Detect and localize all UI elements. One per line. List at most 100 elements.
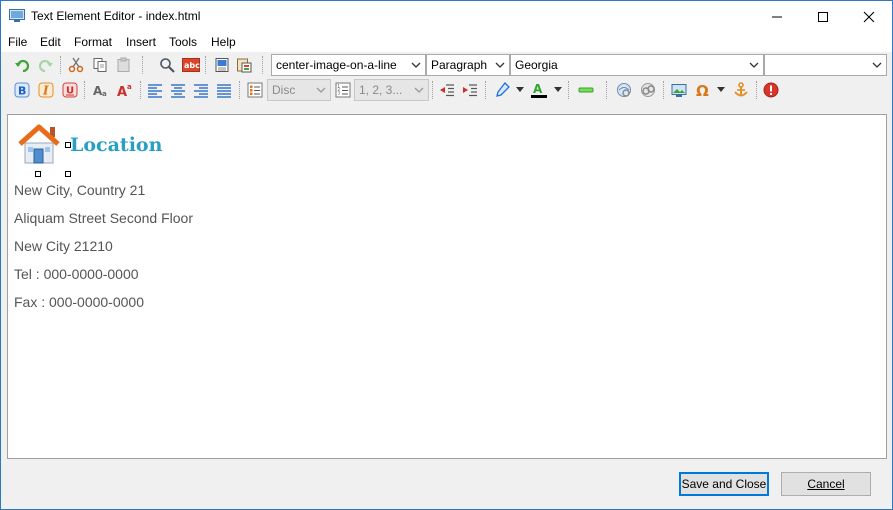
horizontal-rule-button[interactable] (576, 80, 596, 100)
paste-special-button[interactable] (234, 55, 254, 75)
bold-button[interactable]: B (12, 80, 32, 100)
link-button[interactable] (614, 80, 634, 100)
chevron-down-icon[interactable] (554, 87, 562, 93)
font-size-decrease-icon: Aa (93, 84, 107, 98)
copy-icon (93, 58, 107, 72)
svg-text:B: B (18, 85, 26, 98)
justify-button[interactable] (214, 80, 234, 100)
font-size-select[interactable] (764, 54, 887, 76)
style-select[interactable]: center-image-on-a-line (271, 54, 426, 76)
align-right-button[interactable] (191, 80, 211, 100)
close-icon (863, 11, 875, 23)
svg-text:a: a (102, 90, 107, 98)
svg-text:I: I (42, 84, 49, 98)
address-line: New City 21210 (14, 238, 113, 254)
highlight-button[interactable] (493, 80, 513, 100)
anchor-icon (734, 82, 748, 97)
block-format-value: Paragraph (431, 58, 488, 72)
menu-tools[interactable]: Tools (169, 35, 197, 49)
font-color-button[interactable]: A (529, 80, 549, 100)
select-all-button[interactable] (212, 55, 232, 75)
font-family-select[interactable]: Georgia (510, 54, 764, 76)
menu-format[interactable]: Format (74, 35, 112, 49)
menu-insert[interactable]: Insert (126, 35, 156, 49)
undo-button[interactable] (12, 55, 32, 75)
close-button[interactable] (846, 1, 892, 32)
minimize-button[interactable] (754, 1, 800, 32)
chevron-down-icon (872, 62, 882, 68)
cancel-button[interactable]: Cancel (781, 472, 871, 496)
chevron-down-icon (749, 62, 759, 68)
menu-edit[interactable]: Edit (40, 35, 61, 49)
align-center-icon (171, 84, 185, 98)
chevron-down-icon (411, 62, 421, 68)
font-size-increase-button[interactable]: Aa (114, 80, 134, 100)
bullet-list-icon (247, 82, 263, 98)
save-and-close-label: Save and Close (681, 477, 767, 491)
font-size-decrease-button[interactable]: Aa (90, 80, 110, 100)
indent-icon (463, 84, 477, 97)
chevron-down-icon (495, 62, 505, 68)
italic-button[interactable]: I (36, 80, 56, 100)
separator (84, 81, 85, 99)
minimize-icon (772, 16, 782, 18)
bold-icon: B (14, 82, 30, 98)
separator (756, 81, 757, 99)
paste-button[interactable] (114, 55, 134, 75)
redo-button[interactable] (36, 55, 56, 75)
resize-handle-bottom-right[interactable] (65, 171, 71, 177)
help-icon (763, 82, 779, 98)
separator (60, 56, 61, 74)
separator (262, 56, 263, 74)
highlight-icon (496, 82, 510, 97)
spellcheck-icon: abc (182, 58, 200, 72)
outdent-button[interactable] (437, 80, 457, 100)
anchor-button[interactable] (731, 80, 751, 100)
unlink-button[interactable] (638, 80, 658, 100)
align-left-button[interactable] (145, 80, 165, 100)
resize-handle-bottom[interactable] (35, 171, 41, 177)
number-style-select[interactable]: 1, 2, 3... (354, 79, 429, 101)
copy-button[interactable] (90, 55, 110, 75)
special-char-button[interactable]: Ω (693, 80, 713, 100)
chevron-down-icon[interactable] (717, 87, 725, 93)
fax-line: Fax : 000-0000-0000 (14, 294, 144, 310)
find-button[interactable] (157, 55, 177, 75)
number-style-value: 1, 2, 3... (359, 83, 403, 97)
align-center-button[interactable] (168, 80, 188, 100)
menu-help[interactable]: Help (211, 35, 236, 49)
spellcheck-button[interactable]: abc (181, 55, 201, 75)
maximize-icon (818, 12, 828, 22)
location-heading: Location (70, 134, 163, 156)
house-image[interactable] (16, 123, 62, 165)
chevron-down-icon[interactable] (516, 87, 524, 93)
indent-button[interactable] (460, 80, 480, 100)
editor-content-area[interactable]: Location New City, Country 21 Aliquam St… (7, 114, 887, 459)
phone-line: Tel : 000-0000-0000 (14, 266, 139, 282)
separator (432, 81, 433, 99)
separator (485, 81, 486, 99)
maximize-button[interactable] (800, 1, 846, 32)
svg-text:a: a (127, 83, 132, 91)
separator (663, 81, 664, 99)
find-icon (160, 58, 175, 73)
numbered-list-button[interactable]: 123 (333, 80, 353, 100)
save-and-close-button[interactable]: Save and Close (679, 472, 769, 496)
address-line: Aliquam Street Second Floor (14, 210, 193, 226)
help-button[interactable] (761, 80, 781, 100)
bullet-list-button[interactable] (245, 80, 265, 100)
cut-icon (68, 57, 84, 73)
unlink-icon (641, 83, 655, 97)
bullet-style-select[interactable]: Disc (267, 79, 331, 101)
cut-button[interactable] (66, 55, 86, 75)
font-family-value: Georgia (515, 58, 558, 72)
separator (239, 81, 240, 99)
underline-button[interactable]: U (60, 80, 80, 100)
toolbar-row-2: B I U Aa Aa Disc 1 2 3 1, 2, 3... A Ω (2, 78, 891, 103)
image-button[interactable] (669, 80, 689, 100)
paste-special-icon (237, 58, 252, 73)
italic-icon: I (38, 82, 54, 98)
undo-icon (15, 59, 30, 73)
menu-file[interactable]: File (8, 35, 27, 49)
block-format-select[interactable]: Paragraph (426, 54, 510, 76)
